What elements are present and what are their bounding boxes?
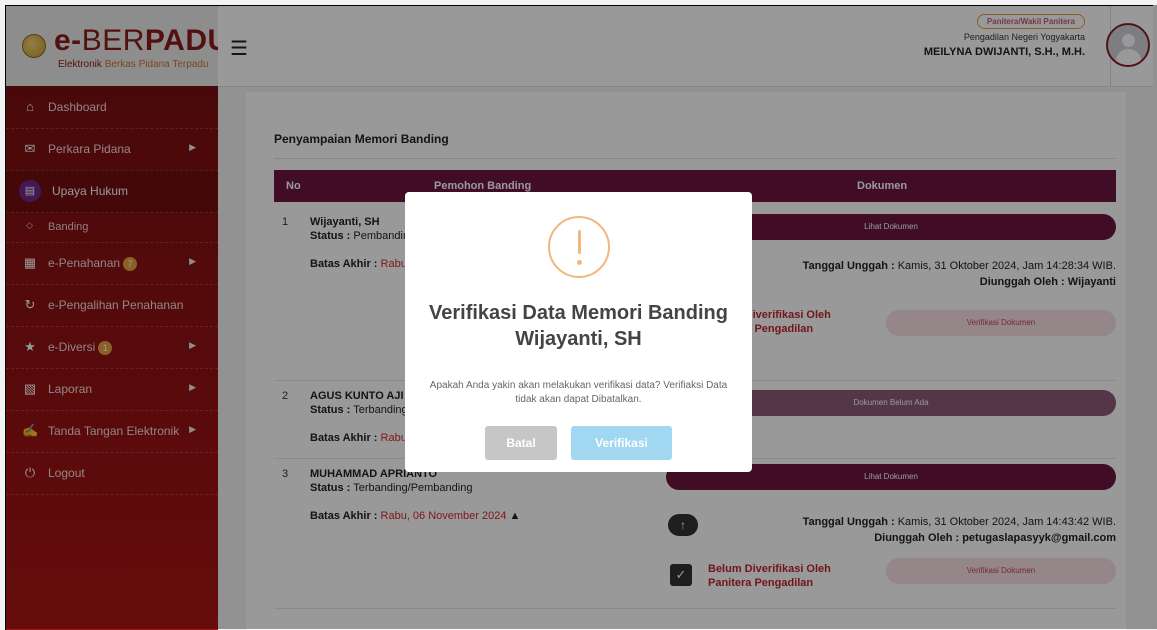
dialog-message: Apakah Anda yakin akan melakukan verifik… [429,380,728,405]
confirm-dialog: Verifikasi Data Memori Banding Wijayanti… [405,192,752,472]
verify-button[interactable]: Verifikasi [571,426,672,460]
dialog-title: Verifikasi Data Memori Banding Wijayanti… [429,302,728,350]
warning-icon [548,216,610,278]
cancel-button[interactable]: Batal [485,426,557,460]
